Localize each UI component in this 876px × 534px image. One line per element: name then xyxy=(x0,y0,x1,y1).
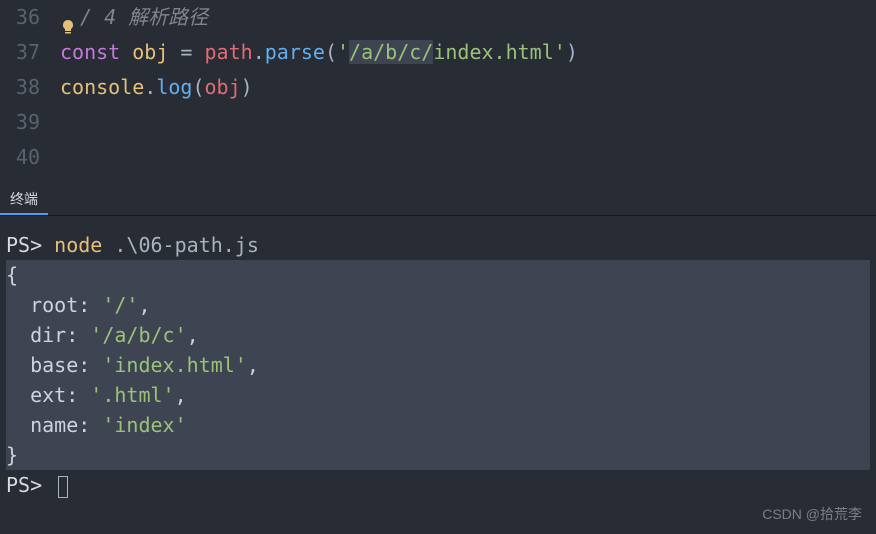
output-key: name: xyxy=(6,413,102,437)
terminal-prompt: PS> xyxy=(6,233,42,257)
token-eq: = xyxy=(168,40,204,64)
token-lparen: ( xyxy=(325,40,337,64)
code-line-36[interactable]: / 4 解析路径 xyxy=(60,0,876,35)
output-key: dir: xyxy=(6,323,90,347)
line-number: 38 xyxy=(0,70,40,105)
terminal-content[interactable]: PS> node .\06-path.js { root: '/', dir: … xyxy=(0,216,876,506)
terminal-command-line: PS> node .\06-path.js xyxy=(6,230,870,260)
terminal-tab[interactable]: 终端 xyxy=(0,183,48,215)
terminal-cursor xyxy=(58,476,68,498)
line-number-gutter: 36 37 38 39 40 xyxy=(0,0,60,175)
token-quote: ' xyxy=(554,40,566,64)
code-line-40[interactable] xyxy=(60,140,876,175)
comment-num: 4 xyxy=(92,5,128,29)
terminal-output-line: { xyxy=(6,260,870,290)
output-val: 'index.html' xyxy=(102,353,247,377)
watermark: CSDN @拾荒李 xyxy=(762,504,862,524)
output-val: '/a/b/c' xyxy=(90,323,186,347)
token-path: path xyxy=(205,40,253,64)
token-obj: obj xyxy=(132,40,168,64)
token-quote: ' xyxy=(337,40,349,64)
terminal-output-line: name: 'index' xyxy=(6,410,870,440)
output-key: root: xyxy=(6,293,102,317)
line-number: 36 xyxy=(0,0,40,35)
output-key: base: xyxy=(6,353,102,377)
output-val: '.html' xyxy=(90,383,174,407)
comment-marker: / xyxy=(80,5,92,29)
terminal-output-line: root: '/', xyxy=(6,290,870,320)
code-content[interactable]: / 4 解析路径 const obj = path.parse('/a/b/c/… xyxy=(60,0,876,175)
terminal-command: node xyxy=(54,233,102,257)
terminal-prompt: PS> xyxy=(6,473,42,497)
lightbulb-icon[interactable] xyxy=(60,11,76,27)
terminal-tab-bar: 终端 xyxy=(0,183,876,216)
code-line-38[interactable]: console.log(obj) xyxy=(60,70,876,105)
terminal-panel: 终端 PS> node .\06-path.js { root: '/', di… xyxy=(0,183,876,506)
line-number: 39 xyxy=(0,105,40,140)
token-dot: . xyxy=(144,75,156,99)
output-val: 'index' xyxy=(102,413,186,437)
terminal-output-line: ext: '.html', xyxy=(6,380,870,410)
code-editor[interactable]: 36 37 38 39 40 / 4 解析路径 const obj = path… xyxy=(0,0,876,175)
output-comma: , xyxy=(175,383,187,407)
code-line-37[interactable]: const obj = path.parse('/a/b/c/index.htm… xyxy=(60,35,876,70)
token-string-hl: /a/b/c/ xyxy=(349,40,433,64)
token-log: log xyxy=(156,75,192,99)
token-parse: parse xyxy=(265,40,325,64)
terminal-prompt-line: PS> xyxy=(6,470,870,500)
token-rparen: ) xyxy=(241,75,253,99)
terminal-output-line: } xyxy=(6,440,870,470)
token-rparen: ) xyxy=(566,40,578,64)
comment-text: 解析路径 xyxy=(128,5,208,29)
output-val: '/' xyxy=(102,293,138,317)
output-key: ext: xyxy=(6,383,90,407)
terminal-output-selection: { root: '/', dir: '/a/b/c', base: 'index… xyxy=(6,260,870,470)
line-number: 37 xyxy=(0,35,40,70)
code-line-39[interactable] xyxy=(60,105,876,140)
token-const: const xyxy=(60,40,120,64)
terminal-arg: .\06-path.js xyxy=(114,233,259,257)
output-comma: , xyxy=(187,323,199,347)
token-lparen: ( xyxy=(192,75,204,99)
line-number: 40 xyxy=(0,140,40,175)
token-dot: . xyxy=(253,40,265,64)
token-obj: obj xyxy=(205,75,241,99)
token-string: index.html xyxy=(433,40,553,64)
output-comma: , xyxy=(138,293,150,317)
token-console: console xyxy=(60,75,144,99)
terminal-output-line: base: 'index.html', xyxy=(6,350,870,380)
output-comma: , xyxy=(247,353,259,377)
terminal-output-line: dir: '/a/b/c', xyxy=(6,320,870,350)
